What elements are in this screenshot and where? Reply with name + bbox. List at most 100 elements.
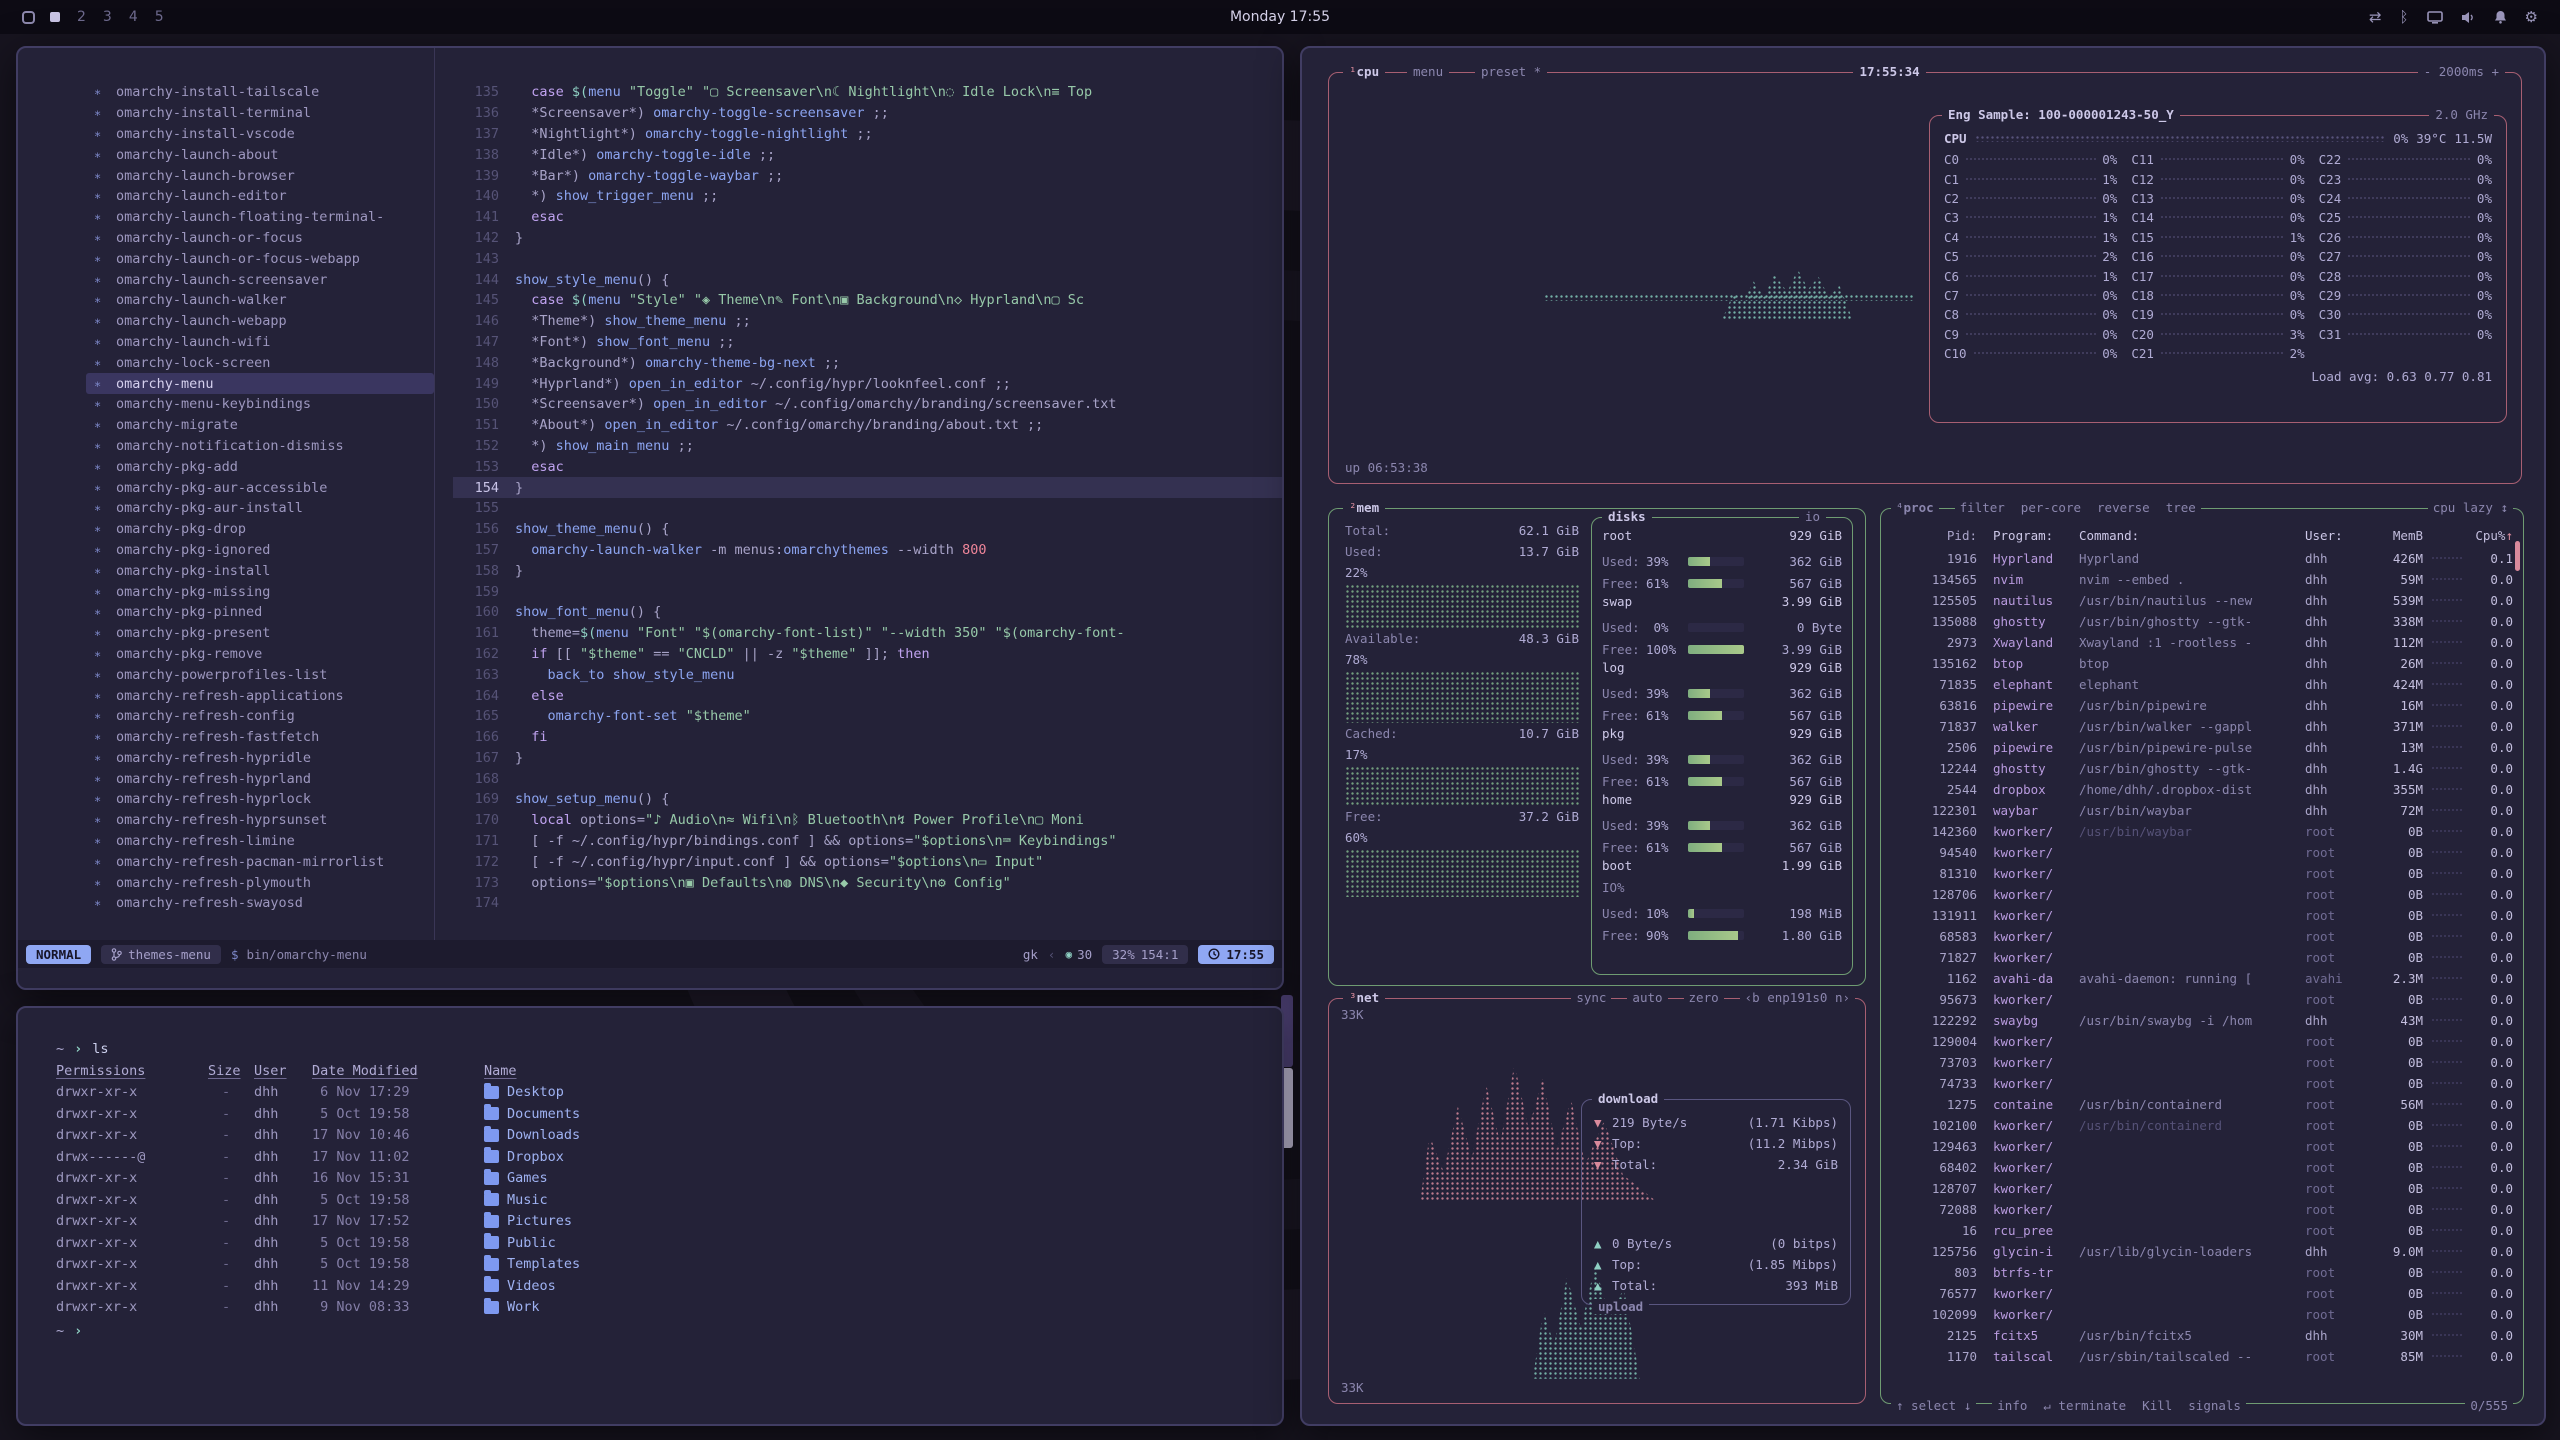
proc-action-button[interactable]: ↵ terminate	[2043, 1398, 2126, 1413]
terminal-window[interactable]: ~ › ls Permissions Size User Date Modifi…	[16, 1006, 1284, 1426]
net-box-title[interactable]: ³net	[1343, 990, 1385, 1005]
process-row[interactable]: 72088 kworker/ root 0B 0.0	[1891, 1199, 2513, 1220]
file-item[interactable]: ∗ omarchy-refresh-hyprsunset	[86, 810, 434, 831]
process-row[interactable]: 74733 kworker/ root 0B 0.0	[1891, 1073, 2513, 1094]
process-row[interactable]: 125756 glycin-i /usr/lib/glycin-loaders …	[1891, 1241, 2513, 1262]
file-item[interactable]: ∗ omarchy-launch-editor	[86, 186, 434, 207]
refresh-interval[interactable]: - 2000ms +	[2418, 64, 2505, 79]
process-row[interactable]: 134565 nvim nvim --embed . dhh 59M 0.0	[1891, 569, 2513, 590]
preset-button[interactable]: preset *	[1475, 64, 1547, 79]
process-row[interactable]: 71835 elephant elephant dhh 424M 0.0	[1891, 674, 2513, 695]
file-item[interactable]: ∗ omarchy-install-tailscale	[86, 82, 434, 103]
workspace-button[interactable]: 4	[127, 9, 140, 25]
notification-bell-icon[interactable]	[2494, 10, 2507, 24]
file-item[interactable]: ∗ omarchy-refresh-pacman-mirrorlist	[86, 851, 434, 872]
process-row[interactable]: 68583 kworker/ root 0B 0.0	[1891, 926, 2513, 947]
workspace-button[interactable]: 5	[153, 9, 166, 25]
file-item[interactable]: ∗ omarchy-launch-walker	[86, 290, 434, 311]
net-control-button[interactable]: ‹b enp191s0 n›	[1740, 990, 1855, 1005]
process-row[interactable]: 122301 waybar /usr/bin/waybar dhh 72M 0.…	[1891, 800, 2513, 821]
process-row[interactable]: 63816 pipewire /usr/bin/pipewire dhh 16M…	[1891, 695, 2513, 716]
file-item[interactable]: ∗ omarchy-pkg-aur-install	[86, 498, 434, 519]
col-user[interactable]: User:	[2305, 528, 2365, 543]
git-branch[interactable]: themes-menu	[101, 945, 221, 964]
process-row[interactable]: 102100 kworker/ /usr/bin/containerd root…	[1891, 1115, 2513, 1136]
file-item[interactable]: ∗ omarchy-pkg-aur-accessible	[86, 477, 434, 498]
col-program[interactable]: Program:	[1983, 528, 2079, 543]
file-item[interactable]: ∗ omarchy-refresh-fastfetch	[86, 727, 434, 748]
process-row[interactable]: 142360 kworker/ /usr/bin/waybar root 0B …	[1891, 821, 2513, 842]
file-item[interactable]: ∗ omarchy-install-terminal	[86, 103, 434, 124]
cpu-box-title[interactable]: ¹cpu	[1343, 64, 1385, 79]
prompt-line-empty[interactable]: ~ ›	[56, 1320, 1282, 1342]
file-item[interactable]: ∗ omarchy-launch-floating-terminal-	[86, 207, 434, 228]
file-item[interactable]: ∗ omarchy-pkg-present	[86, 623, 434, 644]
file-item[interactable]: ∗ omarchy-launch-or-focus-webapp	[86, 248, 434, 269]
process-row[interactable]: 71837 walker /usr/bin/walker --gappl dhh…	[1891, 716, 2513, 737]
process-row[interactable]: 73703 kworker/ root 0B 0.0	[1891, 1052, 2513, 1073]
process-row[interactable]: 102099 kworker/ root 0B 0.0	[1891, 1304, 2513, 1325]
file-item[interactable]: ∗ omarchy-refresh-hypridle	[86, 748, 434, 769]
process-row[interactable]: 803 btrfs-tr root 0B 0.0	[1891, 1262, 2513, 1283]
process-row[interactable]: 129004 kworker/ root 0B 0.0	[1891, 1031, 2513, 1052]
workspace-button[interactable]: 2	[75, 9, 88, 25]
mem-box-title[interactable]: ²mem	[1343, 500, 1385, 515]
proc-option-button[interactable]: tree	[2166, 500, 2196, 515]
file-item[interactable]: ∗ omarchy-refresh-config	[86, 706, 434, 727]
proc-action-button[interactable]: Kill	[2142, 1398, 2172, 1413]
file-explorer[interactable]: ∗ omarchy-install-tailscale ∗ omarchy-in…	[18, 48, 435, 940]
file-item[interactable]: ∗ omarchy-pkg-add	[86, 456, 434, 477]
launcher-icon[interactable]	[22, 11, 35, 24]
process-row[interactable]: 125505 nautilus /usr/bin/nautilus --new …	[1891, 590, 2513, 611]
file-item[interactable]: ∗ omarchy-notification-dismiss	[86, 436, 434, 457]
file-item[interactable]: ∗ omarchy-refresh-applications	[86, 685, 434, 706]
file-item[interactable]: ∗ omarchy-install-vscode	[86, 124, 434, 145]
proc-option-button[interactable]: filter	[1960, 500, 2005, 515]
process-row[interactable]: 2544 dropbox /home/dhh/.dropbox-dist dhh…	[1891, 779, 2513, 800]
file-item[interactable]: ∗ omarchy-refresh-hyprlock	[86, 789, 434, 810]
proc-sort[interactable]: cpu lazy ↕	[2428, 500, 2513, 515]
menu-button[interactable]: menu	[1407, 64, 1449, 79]
col-command[interactable]: Command:	[2079, 528, 2305, 543]
process-row[interactable]: 2506 pipewire /usr/bin/pipewire-pulse dh…	[1891, 737, 2513, 758]
file-item[interactable]: ∗ omarchy-lock-screen	[86, 352, 434, 373]
process-row[interactable]: 128707 kworker/ root 0B 0.0	[1891, 1178, 2513, 1199]
process-row[interactable]: 12244 ghostty /usr/bin/ghostty --gtk- dh…	[1891, 758, 2513, 779]
settings-gear-icon[interactable]: ⚙	[2525, 8, 2538, 26]
process-row[interactable]: 94540 kworker/ root 0B 0.0	[1891, 842, 2513, 863]
proc-scrollbar[interactable]	[2515, 541, 2520, 571]
disks-title[interactable]: disks	[1602, 509, 1652, 524]
workspace-button[interactable]: 3	[101, 9, 114, 25]
net-control-button[interactable]: zero	[1684, 990, 1724, 1005]
bluetooth-icon[interactable]: ᛒ	[2400, 8, 2409, 26]
proc-option-button[interactable]: reverse	[2097, 500, 2150, 515]
network-arrows-icon[interactable]: ⇄	[2369, 8, 2382, 26]
file-item[interactable]: ∗ omarchy-pkg-missing	[86, 581, 434, 602]
io-toggle[interactable]: io	[1799, 509, 1826, 524]
process-row[interactable]: 1170 tailscal /usr/sbin/tailscaled -- ro…	[1891, 1346, 2513, 1367]
file-item[interactable]: ∗ omarchy-pkg-pinned	[86, 602, 434, 623]
process-row[interactable]: 129463 kworker/ root 0B 0.0	[1891, 1136, 2513, 1157]
process-row[interactable]: 1275 containe /usr/bin/containerd root 5…	[1891, 1094, 2513, 1115]
col-cpu[interactable]: Cpu%↑	[2471, 528, 2513, 543]
process-row[interactable]: 131911 kworker/ root 0B 0.0	[1891, 905, 2513, 926]
file-item[interactable]: ∗ omarchy-menu	[86, 373, 434, 394]
select-keys[interactable]: ↑ select ↓	[1891, 1398, 1976, 1413]
proc-action-button[interactable]: signals	[2188, 1398, 2241, 1413]
process-row[interactable]: 81310 kworker/ root 0B 0.0	[1891, 863, 2513, 884]
file-item[interactable]: ∗ omarchy-menu-keybindings	[86, 394, 434, 415]
file-item[interactable]: ∗ omarchy-launch-screensaver	[86, 269, 434, 290]
file-item[interactable]: ∗ omarchy-refresh-limine	[86, 831, 434, 852]
file-item[interactable]: ∗ omarchy-powerprofiles-list	[86, 664, 434, 685]
file-item[interactable]: ∗ omarchy-launch-or-focus	[86, 228, 434, 249]
process-row[interactable]: 95673 kworker/ root 0B 0.0	[1891, 989, 2513, 1010]
col-pid[interactable]: Pid:	[1891, 528, 1983, 543]
display-icon[interactable]	[2427, 11, 2443, 24]
file-item[interactable]: ∗ omarchy-pkg-install	[86, 560, 434, 581]
file-item[interactable]: ∗ omarchy-launch-about	[86, 144, 434, 165]
file-item[interactable]: ∗ omarchy-refresh-swayosd	[86, 893, 434, 914]
col-memb[interactable]: MemB	[2365, 528, 2423, 543]
code-editor[interactable]: 135 case $(menu "Toggle" "▢ Screensaver\…	[435, 48, 1282, 940]
file-item[interactable]: ∗ omarchy-pkg-ignored	[86, 540, 434, 561]
file-item[interactable]: ∗ omarchy-pkg-remove	[86, 644, 434, 665]
